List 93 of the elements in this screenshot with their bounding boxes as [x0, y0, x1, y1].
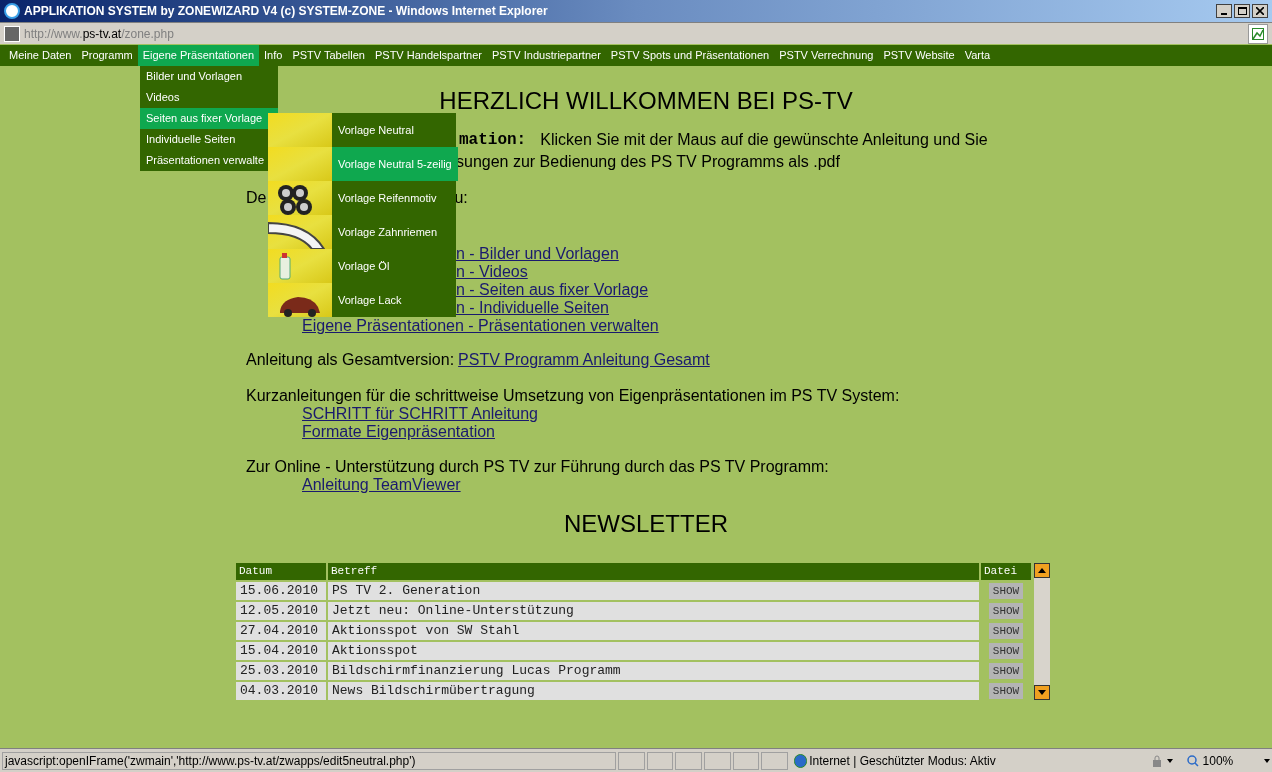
- show-button[interactable]: SHOW: [988, 583, 1024, 599]
- date-cell: 15.06.2010: [236, 582, 326, 600]
- status-text: javascript:openIFrame('zwmain','http://www.ps-tv.at/zwapps/edit5neutral.php'): [2, 751, 617, 770]
- status-pane: [675, 751, 702, 770]
- manual-link[interactable]: n - Seiten aus fixer Vorlage: [456, 281, 649, 299]
- show-button[interactable]: SHOW: [988, 603, 1024, 619]
- section-label: Zur Online - Unterstützung durch PS TV zur Führung durch das PS TV Programm:: [246, 458, 829, 476]
- info-text: Klicken Sie mit der Maus auf die gewünschte Anleitung und Sie: [540, 130, 988, 150]
- zone-text: Internet | Geschützter Modus: Aktiv: [809, 752, 997, 770]
- menu-item[interactable]: PSTV Verrechnung: [774, 45, 879, 66]
- scroll-up-button[interactable]: [1034, 563, 1050, 578]
- subject-cell: Aktionsspot: [328, 642, 979, 660]
- zoom-icon: [1186, 754, 1199, 767]
- caret-icon: [1166, 758, 1173, 763]
- site-icon: [4, 25, 20, 42]
- menu-item[interactable]: PSTV Tabellen: [287, 45, 370, 66]
- status-pane: [646, 751, 674, 770]
- template-thumbnail: [268, 147, 332, 181]
- intro-text: u:: [454, 188, 468, 208]
- template-item[interactable]: Vorlage Neutral: [332, 113, 456, 147]
- tires-drawing: [278, 185, 312, 215]
- menu-item[interactable]: Varta: [959, 45, 996, 66]
- scrollbar[interactable]: [1034, 563, 1050, 700]
- manual-link[interactable]: PSTV Programm Anleitung Gesamt: [458, 351, 710, 369]
- close-button[interactable]: [1252, 4, 1268, 18]
- dropdown-item[interactable]: Videos: [140, 87, 278, 108]
- up-arrow-icon: [1038, 568, 1046, 573]
- caret-icon: [1264, 758, 1270, 763]
- date-cell: 04.03.2010: [236, 682, 326, 700]
- template-item[interactable]: Vorlage Lack: [332, 283, 456, 317]
- welcome-heading: HERZLICH WILLKOMMEN BEI PS-TV: [439, 87, 853, 115]
- close-icon: [1256, 7, 1264, 15]
- manual-link[interactable]: Eigene Präsentationen - Präsentationen verwalten: [302, 317, 659, 335]
- manual-link[interactable]: n - Bilder und Vorlagen: [456, 245, 619, 263]
- manual-link[interactable]: SCHRITT für SCHRITT Anleitung: [302, 405, 538, 423]
- subject-cell: PS TV 2. Generation: [328, 582, 979, 600]
- manual-link[interactable]: n - Videos: [456, 263, 528, 281]
- dropdown-item[interactable]: Präsentationen verwalte: [140, 150, 278, 171]
- status-pane: [703, 751, 731, 770]
- menu-item[interactable]: Meine Daten: [4, 45, 77, 66]
- subject-cell: Jetzt neu: Online-Unterstützung: [328, 602, 979, 620]
- template-item[interactable]: Vorlage Reifenmotiv: [332, 181, 456, 215]
- menu-item[interactable]: Info: [259, 45, 288, 66]
- info-label: mation:: [459, 130, 527, 151]
- section-label: Anleitung als Gesamtversion:: [246, 351, 455, 369]
- show-button[interactable]: SHOW: [988, 683, 1024, 699]
- manual-link[interactable]: n - Individuelle Seiten: [456, 299, 609, 317]
- menu-item[interactable]: PSTV Spots und Präsentationen: [605, 45, 775, 66]
- menu-item[interactable]: PSTV Website: [878, 45, 960, 66]
- show-button[interactable]: SHOW: [988, 623, 1024, 639]
- compatibility-view-icon[interactable]: [1248, 23, 1268, 44]
- menu-item[interactable]: PSTV Handelspartner: [369, 45, 487, 66]
- window-title: APPLIKATION SYSTEM by ZONEWIZARD V4 (c) SYSTEM-ZONE - Windows Internet Explorer: [24, 3, 548, 20]
- car-drawing: [280, 297, 320, 317]
- template-thumbnail: [268, 113, 332, 147]
- belt-drawing: [268, 222, 325, 249]
- template-item[interactable]: Vorlage Zahnriemen: [332, 215, 456, 249]
- down-arrow-icon: [1038, 690, 1046, 695]
- menu-item[interactable]: PSTV Industriepartner: [486, 45, 606, 66]
- show-button[interactable]: SHOW: [988, 643, 1024, 659]
- scroll-down-button[interactable]: [1034, 685, 1050, 700]
- template-item[interactable]: Vorlage Öl: [332, 249, 456, 283]
- address-field[interactable]: http://www.ps-tv.at/zone.php: [24, 24, 174, 43]
- date-cell: 12.05.2010: [236, 602, 326, 620]
- date-cell: 27.04.2010: [236, 622, 326, 640]
- status-pane: [618, 751, 645, 770]
- info-text: sungen zur Bedienung des PS TV Programms als .pdf: [456, 153, 840, 170]
- zoom-control[interactable]: 100%: [1186, 751, 1263, 770]
- manual-link[interactable]: Formate Eigenpräsentation: [302, 423, 495, 441]
- column-header: Betreff: [328, 563, 979, 580]
- status-pane: [761, 751, 788, 770]
- newsletter-heading: NEWSLETTER: [564, 510, 728, 538]
- dropdown-item[interactable]: Individuelle Seiten: [140, 129, 278, 150]
- subject-cell: News Bildschirmübertragung: [328, 682, 979, 700]
- lock-icon: [1150, 754, 1163, 767]
- menu-item[interactable]: Programm: [76, 45, 138, 66]
- maximize-button[interactable]: [1234, 4, 1250, 18]
- subject-cell: Aktionsspot von SW Stahl: [328, 622, 979, 640]
- column-header: Datum: [236, 563, 326, 580]
- globe-icon: [793, 753, 808, 768]
- intro-text: De: [246, 188, 267, 208]
- date-cell: 25.03.2010: [236, 662, 326, 680]
- column-header: Datei: [981, 563, 1031, 580]
- date-cell: 15.04.2010: [236, 642, 326, 660]
- subject-cell: Bildschirmfinanzierung Lucas Programm: [328, 662, 979, 680]
- dropdown-item[interactable]: Bilder und Vorlagen: [140, 66, 278, 87]
- browser-icon: [4, 3, 20, 19]
- status-pane: [732, 751, 760, 770]
- section-label: Kurzanleitungen für die schrittweise Umsetzung von Eigenpräsentationen im PS TV System:: [246, 387, 900, 405]
- show-button[interactable]: SHOW: [988, 663, 1024, 679]
- minimize-button[interactable]: [1216, 4, 1232, 18]
- bottle-drawing: [279, 253, 291, 280]
- manual-link[interactable]: Anleitung TeamViewer: [302, 476, 461, 494]
